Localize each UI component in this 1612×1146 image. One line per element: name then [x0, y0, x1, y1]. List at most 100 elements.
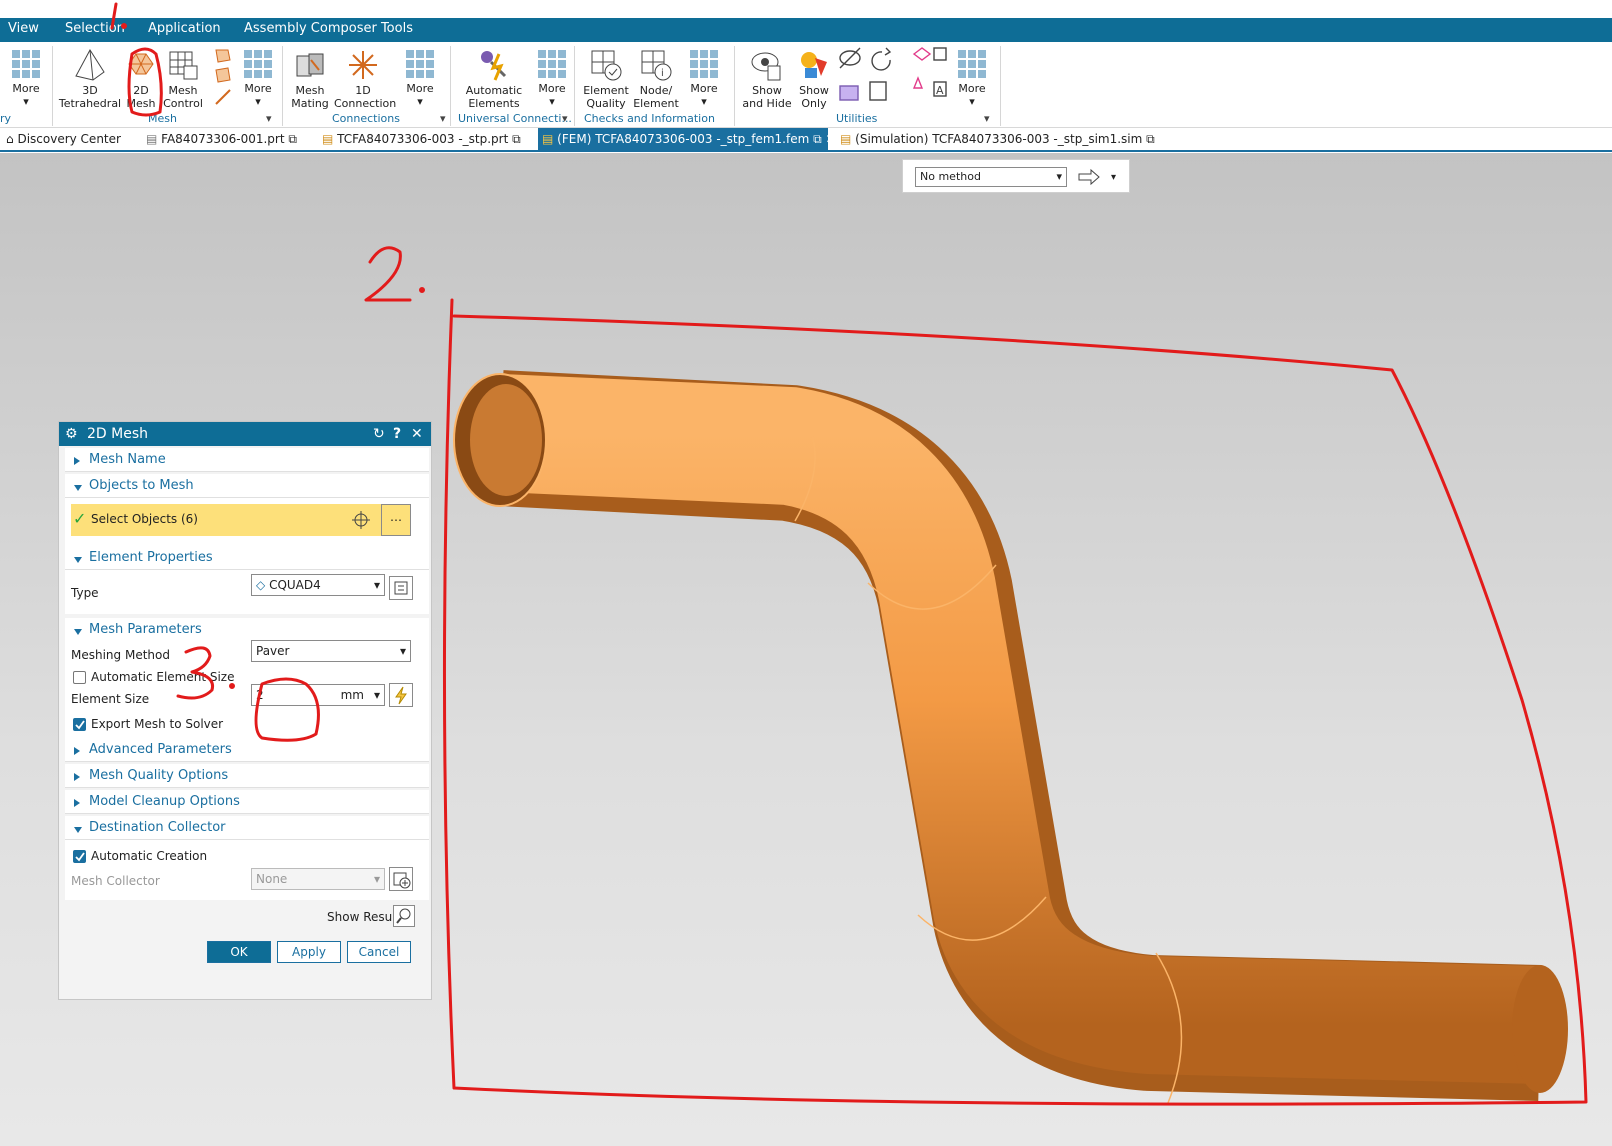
- section-mesh-quality-options[interactable]: Mesh Quality Options: [65, 764, 429, 788]
- popout-icon[interactable]: ⧉: [512, 132, 521, 146]
- element-type-settings-icon[interactable]: [389, 576, 413, 600]
- automatic-elements-icon: [481, 51, 507, 81]
- mesh-control-label-2: Control: [163, 97, 203, 110]
- automatic-element-size-checkbox[interactable]: [73, 671, 86, 684]
- 2d-mesh-dialog: ⚙ 2D Mesh ↻ ? ✕ Mesh Name Objects to Mes…: [58, 421, 432, 1000]
- checks-more-label: More: [690, 82, 718, 95]
- section-label: Model Cleanup Options: [89, 794, 240, 809]
- element-size-label: Element Size: [71, 692, 150, 706]
- utilities-group-expand-icon[interactable]: ▾: [984, 112, 990, 125]
- mesh-collector-dropdown: None ▾: [251, 868, 385, 890]
- cancel-button[interactable]: Cancel: [347, 941, 411, 963]
- section-mesh-parameters[interactable]: Mesh Parameters: [65, 618, 429, 642]
- meshing-method-dropdown[interactable]: Paver ▾: [251, 640, 411, 662]
- mesh-control-button[interactable]: Mesh Control: [162, 42, 204, 110]
- tab-tcfa84073306-003-prt[interactable]: ▤ TCFA84073306-003 -_stp.prt ⧉: [318, 128, 528, 150]
- expanded-triangle-icon: [73, 625, 83, 639]
- utilities-small-tools-icon[interactable]: A: [838, 46, 948, 112]
- menu-selection[interactable]: Selection: [65, 20, 125, 38]
- expanded-triangle-icon: [73, 481, 83, 495]
- element-quality-button[interactable]: Element Quality: [582, 42, 630, 110]
- mesh-collector-value: None: [256, 872, 288, 886]
- element-quality-label-1: Element: [583, 84, 629, 97]
- show-and-hide-button[interactable]: Show and Hide: [740, 42, 794, 110]
- node-element-label-2: Element: [633, 97, 679, 110]
- section-label: Mesh Parameters: [89, 622, 202, 637]
- section-destination-collector[interactable]: Destination Collector: [65, 816, 429, 840]
- ellipsis-icon[interactable]: ⋯: [381, 504, 411, 536]
- connections-more-button[interactable]: More ▾: [400, 42, 440, 108]
- select-objects-row[interactable]: ✓ Select Objects (6) ⋯: [71, 504, 411, 536]
- fem-file-icon: ▤: [542, 132, 554, 146]
- dropdown-arrow-icon: ▾: [399, 644, 406, 658]
- show-only-label-2: Only: [801, 97, 827, 110]
- node-element-icon: i: [641, 50, 672, 81]
- expanded-triangle-icon: [73, 823, 83, 837]
- ribbon-separator: [450, 46, 451, 126]
- search-icon[interactable]: [393, 905, 415, 927]
- section-model-cleanup-options[interactable]: Model Cleanup Options: [65, 790, 429, 814]
- ribbon-separator: [52, 46, 53, 126]
- universal-group-expand-icon[interactable]: ▾: [562, 112, 568, 125]
- more-button-left[interactable]: More ▾: [6, 42, 46, 108]
- show-only-icon: [801, 52, 827, 78]
- help-icon[interactable]: ?: [393, 422, 401, 446]
- mesh-more-button[interactable]: More ▾: [238, 42, 278, 108]
- apply-button[interactable]: Apply: [277, 941, 341, 963]
- automatic-creation-checkbox[interactable]: [73, 850, 86, 863]
- universal-more-button[interactable]: More ▾: [532, 42, 572, 108]
- popout-icon[interactable]: ⧉: [813, 132, 822, 146]
- connections-group-expand-icon[interactable]: ▾: [440, 112, 446, 125]
- ok-button[interactable]: OK: [207, 941, 271, 963]
- tetra-label-1: 3D: [82, 84, 98, 97]
- dropdown-arrow-icon: ▾: [417, 95, 423, 108]
- node-element-button[interactable]: i Node/ Element: [632, 42, 680, 110]
- 2d-mesh-button[interactable]: 2D Mesh: [123, 42, 159, 110]
- section-label: Destination Collector: [89, 820, 226, 835]
- new-collector-icon[interactable]: [389, 867, 413, 891]
- menu-application[interactable]: Application: [148, 20, 221, 38]
- dropdown-arrow-icon: ▾: [969, 95, 975, 108]
- close-icon[interactable]: ✕: [826, 132, 836, 146]
- objects-to-mesh-body: ✓ Select Objects (6) ⋯: [65, 498, 429, 552]
- checks-more-button[interactable]: More ▾: [684, 42, 724, 108]
- automatic-elements-button[interactable]: Automatic Elements: [458, 42, 530, 110]
- section-advanced-parameters[interactable]: Advanced Parameters: [65, 738, 429, 762]
- 1d-connection-button[interactable]: 1D Connection: [334, 42, 396, 110]
- element-size-input[interactable]: 2 mm ▾: [251, 684, 385, 706]
- close-icon[interactable]: ✕: [411, 422, 423, 446]
- mesh-group-expand-icon[interactable]: ▾: [266, 112, 272, 125]
- tab-discovery-center[interactable]: ⌂ Discovery Center: [2, 128, 138, 150]
- connection-1d-icon: [349, 51, 377, 79]
- section-label: Objects to Mesh: [89, 478, 194, 493]
- section-element-properties[interactable]: Element Properties: [65, 546, 429, 570]
- mesh-small-tools-icon[interactable]: [212, 46, 234, 108]
- section-mesh-name[interactable]: Mesh Name: [65, 448, 429, 472]
- tab-simulation[interactable]: ▤ (Simulation) TCFA84073306-003 -_stp_si…: [836, 128, 1155, 150]
- dropdown-arrow-icon: ▾: [373, 872, 380, 886]
- element-quality-label-2: Quality: [586, 97, 626, 110]
- ribbon-separator: [574, 46, 575, 126]
- show-and-hide-icon: [751, 52, 781, 81]
- popout-icon[interactable]: ⧉: [288, 132, 297, 146]
- ribbon-separator: [1000, 46, 1001, 126]
- lightning-icon[interactable]: [389, 683, 413, 707]
- tab-label: (Simulation) TCFA84073306-003 -_stp_sim1…: [855, 132, 1143, 146]
- 3d-tetrahedral-button[interactable]: 3D Tetrahedral: [58, 42, 122, 110]
- menu-assembly-composer-tools[interactable]: Assembly Composer Tools: [244, 20, 413, 38]
- type-dropdown[interactable]: ◇ CQUAD4 ▾: [251, 574, 385, 596]
- tab-fa84073306-001[interactable]: ▤ FA84073306-001.prt ⧉: [142, 128, 308, 150]
- section-objects-to-mesh[interactable]: Objects to Mesh: [65, 474, 429, 498]
- utilities-more-button[interactable]: More ▾: [952, 42, 992, 108]
- crosshair-icon[interactable]: [351, 510, 371, 530]
- popout-icon[interactable]: ⧉: [1146, 132, 1155, 146]
- more-grid-icon: [406, 50, 434, 78]
- mesh-mating-button[interactable]: Mesh Mating: [288, 42, 332, 110]
- mesh-2d-icon: [128, 53, 154, 75]
- reset-icon[interactable]: ↻: [373, 422, 385, 446]
- menu-view[interactable]: View: [8, 20, 39, 38]
- tab-label: FA84073306-001.prt: [161, 132, 285, 146]
- tab-fem-active[interactable]: ▤ (FEM) TCFA84073306-003 -_stp_fem1.fem …: [538, 128, 836, 150]
- export-mesh-checkbox[interactable]: [73, 718, 86, 731]
- show-only-button[interactable]: Show Only: [794, 42, 834, 110]
